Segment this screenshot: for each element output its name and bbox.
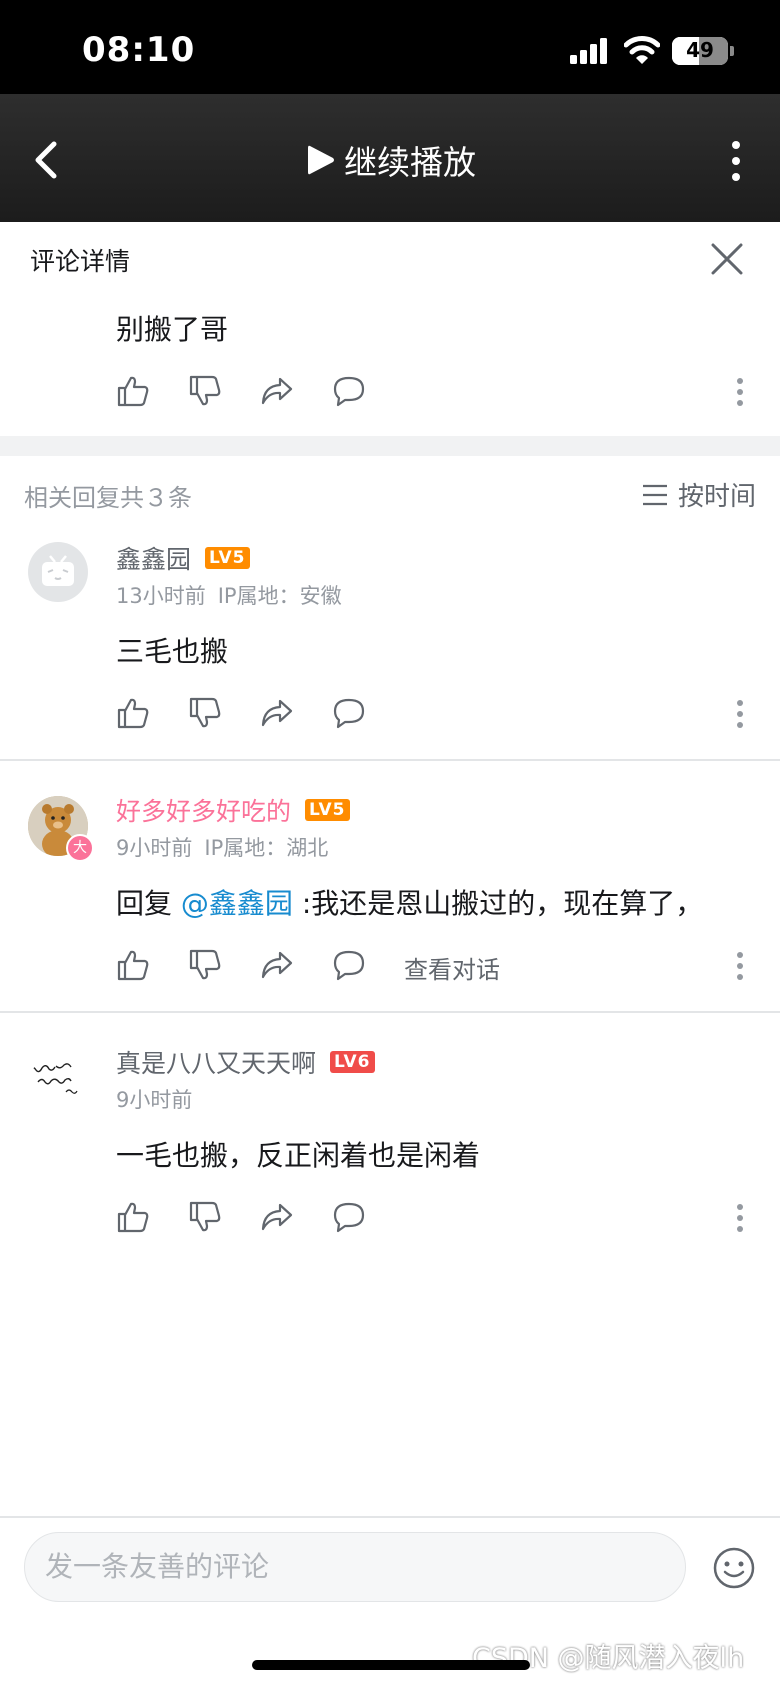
like-icon[interactable]: [116, 1200, 150, 1234]
username[interactable]: 好多好多好吃的: [116, 792, 291, 828]
username[interactable]: 真是八八又天天啊: [116, 1044, 316, 1080]
handwriting-avatar-image: [27, 1063, 78, 1094]
play-icon: [308, 145, 334, 175]
share-icon[interactable]: [260, 948, 294, 982]
battery-level-text: 49: [686, 38, 714, 62]
sort-label: 按时间: [678, 482, 757, 512]
sort-by-time-button[interactable]: 按时间: [642, 476, 756, 513]
reply-divider: [0, 1011, 780, 1013]
emoji-icon[interactable]: [712, 1546, 756, 1590]
mention-link[interactable]: @鑫鑫园: [181, 887, 293, 920]
reply-text: 回复 @鑫鑫园 :我还是恩山搬过的，现在算了，: [116, 882, 703, 922]
level-badge: LV5: [205, 547, 250, 569]
reply-more-icon[interactable]: [735, 699, 745, 729]
reply-time: 13小时前: [116, 584, 206, 608]
level-badge: LV6: [330, 1051, 375, 1073]
reply-time: 9小时前: [116, 836, 193, 860]
avatar[interactable]: [26, 1058, 86, 1118]
reply-item: 大 好多好多好吃的 LV5 9小时前 IP属地：湖北 回复 @鑫鑫园 :我还是恩…: [0, 792, 780, 1012]
level-badge: LV5: [305, 799, 350, 821]
dislike-icon[interactable]: [188, 696, 222, 730]
reply-user-line: 真是八八又天天啊 LV6: [116, 1044, 375, 1080]
reply-body: :我还是恩山搬过的，现在算了，: [301, 887, 704, 920]
close-icon[interactable]: [710, 242, 744, 276]
reply-icon[interactable]: [332, 1200, 366, 1234]
wifi-icon: [624, 36, 660, 64]
reply-icon[interactable]: [332, 374, 366, 408]
main-comment-text: 别搬了哥: [116, 313, 229, 346]
username[interactable]: 鑫鑫园: [116, 540, 191, 576]
main-comment-more-icon[interactable]: [735, 377, 745, 407]
reply-meta: 9小时前: [116, 1084, 192, 1114]
like-icon[interactable]: [116, 374, 150, 408]
reply-time: 9小时前: [116, 1088, 193, 1112]
battery-tip: [730, 46, 734, 56]
comment-input[interactable]: 发一条友善的评论: [24, 1532, 686, 1602]
reply-text: 三毛也搬: [116, 635, 229, 668]
reply-meta: 9小时前 IP属地：湖北: [116, 832, 328, 862]
reply-ip: IP属地：湖北: [204, 836, 329, 860]
reply-user-line: 鑫鑫园 LV5: [116, 540, 250, 576]
reply-icon[interactable]: [332, 696, 366, 730]
continue-play-button[interactable]: 继续播放: [306, 135, 476, 185]
status-time: 08:10: [82, 30, 196, 70]
sort-icon: [643, 484, 667, 505]
bottom-divider: [0, 1516, 780, 1518]
cellular-signal-icon: [570, 38, 607, 64]
reply-prefix: 回复: [116, 887, 173, 920]
share-icon[interactable]: [260, 374, 294, 408]
share-icon[interactable]: [260, 696, 294, 730]
battery-icon: 49: [672, 37, 728, 65]
more-options-icon[interactable]: [724, 138, 748, 184]
default-avatar-icon: [42, 555, 74, 586]
reply-divider: [0, 759, 780, 761]
reply-item: 真是八八又天天啊 LV6 9小时前 一毛也搬，反正闲着也是闲着: [0, 1044, 780, 1264]
avatar[interactable]: [28, 542, 88, 602]
back-button[interactable]: [26, 136, 66, 184]
reply-more-icon[interactable]: [735, 1203, 745, 1233]
dislike-icon[interactable]: [188, 948, 222, 982]
like-icon[interactable]: [116, 696, 150, 730]
replies-count: 相关回复共３条: [24, 484, 192, 512]
continue-play-label: 继续播放: [344, 143, 476, 182]
reply-user-line: 好多好多好吃的 LV5: [116, 792, 350, 828]
dislike-icon[interactable]: [188, 1200, 222, 1234]
reply-more-icon[interactable]: [735, 951, 745, 981]
reply-item: 鑫鑫园 LV5 13小时前 IP属地：安徽 三毛也搬: [0, 540, 780, 760]
dislike-icon[interactable]: [188, 374, 222, 408]
comment-detail-title: 评论详情: [30, 247, 131, 276]
share-icon[interactable]: [260, 1200, 294, 1234]
like-icon[interactable]: [116, 948, 150, 982]
reply-icon[interactable]: [332, 948, 366, 982]
reply-ip: IP属地：安徽: [217, 584, 342, 608]
section-divider: [0, 436, 780, 456]
reply-meta: 13小时前 IP属地：安徽: [116, 580, 342, 610]
home-indicator: [252, 1660, 530, 1670]
view-conversation-link[interactable]: 查看对话: [404, 950, 500, 985]
vip-badge: 大: [66, 834, 94, 862]
reply-text: 一毛也搬，反正闲着也是闲着: [116, 1139, 481, 1172]
